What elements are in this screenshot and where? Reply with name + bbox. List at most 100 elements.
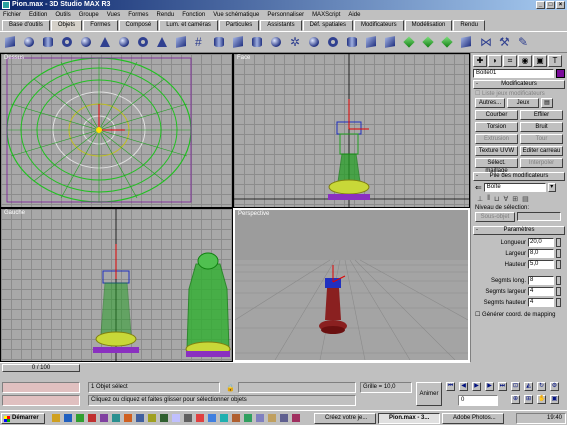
menu-item[interactable]: Groupe	[79, 10, 99, 20]
capsule-tool-icon[interactable]	[212, 35, 226, 49]
go-start-icon[interactable]: ⏮	[446, 382, 455, 391]
cone-tool-icon[interactable]	[98, 35, 112, 49]
time-slider[interactable]: 0 / 100	[2, 364, 80, 372]
params-rollout[interactable]: - Paramètres	[473, 226, 565, 235]
quicklaunch-app-icon[interactable]	[88, 414, 96, 422]
active-toggle-icon[interactable]: ‖	[487, 195, 490, 203]
oiltank-tool-icon[interactable]	[250, 35, 264, 49]
modifier-button[interactable]: Bruit	[520, 122, 563, 132]
quicklaunch-app-icon[interactable]	[232, 414, 240, 422]
show-sets-checkbox[interactable]: ☐ Liste jeux modificateurs	[471, 89, 567, 98]
viewport-perspective[interactable]: Perspective	[233, 208, 470, 362]
torus-knot-tool-icon[interactable]	[326, 35, 340, 49]
menu-item[interactable]: Edition	[29, 10, 47, 20]
length-spinner[interactable]	[556, 238, 561, 247]
min-max-toggle-icon[interactable]: ▣	[550, 395, 559, 404]
viewport-front[interactable]: Face	[233, 53, 470, 208]
play-icon[interactable]: ▶	[472, 382, 481, 391]
quicklaunch-app-icon[interactable]	[184, 414, 192, 422]
l-ext-tool-icon[interactable]	[383, 35, 397, 49]
hierarchy-tab-icon[interactable]: ⌗	[503, 55, 517, 67]
quicklaunch-app-icon[interactable]	[172, 414, 180, 422]
minimize-icon[interactable]: _	[536, 1, 545, 9]
pin-stack-icon[interactable]: ⇐	[475, 183, 482, 192]
sub-object-dropdown[interactable]	[517, 212, 561, 221]
quicklaunch-app-icon[interactable]	[268, 414, 276, 422]
sub-object-button[interactable]: Sous-objet	[475, 212, 515, 222]
mapping-checkbox[interactable]: ☐ Générer coord. de mapping	[471, 308, 567, 321]
menu-item[interactable]: Personnaliser	[267, 10, 304, 20]
quicklaunch-app-icon[interactable]	[76, 414, 84, 422]
cylinder-tool-icon[interactable]	[41, 35, 55, 49]
menu-item[interactable]: Rendu	[157, 10, 175, 20]
modifier-button[interactable]: Effiler	[520, 110, 563, 120]
menu-item[interactable]: Aide	[348, 10, 360, 20]
modifier-button[interactable]: Extrusion	[475, 134, 518, 144]
height-segs-input[interactable]: 4	[528, 298, 554, 307]
quicklaunch-app-icon[interactable]	[148, 414, 156, 422]
pin-icon[interactable]: ⊥	[477, 195, 483, 203]
height-input[interactable]: 5,0	[528, 260, 554, 269]
quicklaunch-app-icon[interactable]	[100, 414, 108, 422]
tab-modificateurs[interactable]: Modificateurs	[353, 20, 404, 31]
patch-tool-icon[interactable]	[440, 35, 454, 49]
arc-rotate-icon[interactable]: ↻	[537, 382, 546, 391]
modifier-button[interactable]: Torsion	[475, 122, 518, 132]
branch-tool-icon[interactable]: ⋈	[478, 35, 492, 49]
chamfer-cyl-tool-icon[interactable]	[345, 35, 359, 49]
show-end-result-icon[interactable]: ⊔	[494, 195, 499, 203]
quicklaunch-ie-icon[interactable]	[64, 414, 72, 422]
height-spinner[interactable]	[556, 260, 561, 269]
start-button[interactable]: Démarrer	[1, 413, 45, 424]
tab-base-outils[interactable]: Base d'outils	[2, 20, 50, 31]
tab-lumieres[interactable]: Lum. et caméras	[159, 20, 218, 31]
make-unique-icon[interactable]: ∀	[503, 195, 508, 203]
menu-item[interactable]: Vue schématique	[213, 10, 259, 20]
quicklaunch-app-icon[interactable]	[256, 414, 264, 422]
task-button[interactable]: Adobe Photos...	[442, 413, 504, 424]
quicklaunch-app-icon[interactable]	[160, 414, 168, 422]
quicklaunch-app-icon[interactable]	[124, 414, 132, 422]
menu-item[interactable]: Fichier	[3, 10, 21, 20]
menu-item[interactable]: Outils	[55, 10, 70, 20]
close-icon[interactable]: ×	[556, 1, 565, 9]
modifier-button[interactable]: Courber	[475, 110, 518, 120]
height-segs-spinner[interactable]	[556, 298, 561, 307]
quicklaunch-app-icon[interactable]	[196, 414, 204, 422]
configure-sets-icon[interactable]: ▤	[522, 195, 529, 203]
zoom-extents-icon[interactable]: ⊡	[511, 382, 520, 391]
tab-rendu[interactable]: Rendu	[453, 20, 486, 31]
next-frame-icon[interactable]: ▶	[485, 382, 494, 391]
time-config-icon[interactable]: ⚙	[550, 382, 559, 391]
brush-tool-icon[interactable]: ✎	[516, 35, 530, 49]
tab-objets[interactable]: Objets	[50, 20, 83, 31]
hedra-tool-icon[interactable]	[307, 35, 321, 49]
sphere-tool-icon[interactable]	[22, 35, 36, 49]
spindle-tool-icon[interactable]	[269, 35, 283, 49]
torus-tool-icon[interactable]	[60, 35, 74, 49]
box-tool-icon[interactable]	[3, 35, 17, 49]
lock-icon[interactable]: 🔒	[226, 384, 235, 392]
frame-input[interactable]: 0	[458, 395, 498, 406]
prism-tool-icon[interactable]	[364, 35, 378, 49]
modifier-button[interactable]: Sélect. maillage	[475, 158, 518, 174]
teapot-tool-icon[interactable]	[79, 35, 93, 49]
maximize-icon[interactable]: □	[546, 1, 555, 9]
chamfer-box-tool-icon[interactable]	[231, 35, 245, 49]
quicklaunch-app-icon[interactable]	[220, 414, 228, 422]
tab-compose[interactable]: Composé	[118, 20, 159, 31]
length-segs-spinner[interactable]	[556, 276, 561, 285]
quicklaunch-app-icon[interactable]	[292, 414, 300, 422]
tube-tool-icon[interactable]	[136, 35, 150, 49]
quicklaunch-app-icon[interactable]	[208, 414, 216, 422]
tab-assistants[interactable]: Assistants	[260, 20, 302, 31]
object-color-swatch[interactable]	[556, 69, 565, 78]
mesh-tool-icon[interactable]	[459, 35, 473, 49]
scatter-tool-icon[interactable]: ⚒	[497, 35, 511, 49]
create-tab-icon[interactable]: ✚	[473, 55, 487, 67]
object-name-field[interactable]: Boite01	[473, 69, 555, 78]
tab-def-spatiales[interactable]: Déf. spatiales	[302, 20, 353, 31]
length-input[interactable]: 20,0	[528, 238, 554, 247]
go-end-icon[interactable]: ⏭	[498, 382, 507, 391]
modifier-button[interactable]: Texture UVW	[475, 146, 518, 156]
